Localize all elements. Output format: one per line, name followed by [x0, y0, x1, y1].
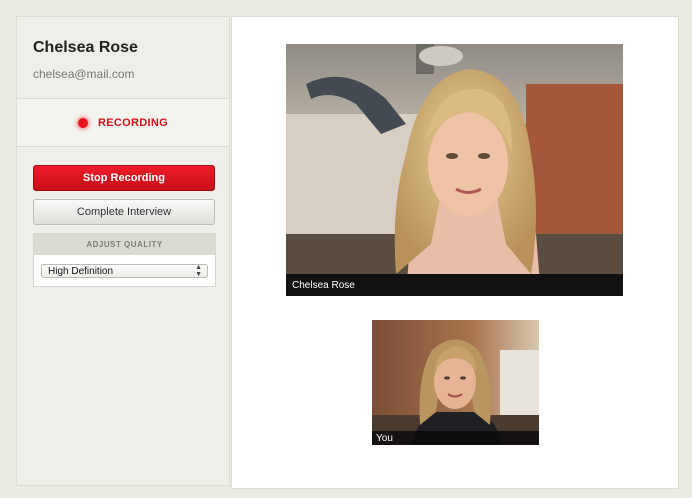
user-name: Chelsea Rose [33, 39, 138, 56]
recording-label: RECORDING [98, 116, 168, 129]
user-email: chelsea@mail.com [33, 67, 135, 81]
remote-video-feed [286, 44, 623, 296]
recording-status: RECORDING [17, 99, 229, 147]
quality-panel: ADJUST QUALITY High Definition ▲ ▼ [33, 233, 216, 287]
self-video-caption: You [372, 431, 539, 445]
recording-indicator-icon [78, 117, 89, 128]
quality-select[interactable]: High Definition ▲ ▼ [41, 264, 208, 278]
stop-recording-button[interactable]: Stop Recording [33, 165, 215, 191]
select-arrows-icon: ▲ ▼ [195, 264, 202, 278]
video-area: Chelsea Rose You [231, 16, 679, 489]
user-info: Chelsea Rose chelsea@mail.com [17, 17, 229, 99]
remote-video-caption: Chelsea Rose [286, 274, 623, 296]
remote-video: Chelsea Rose [286, 44, 623, 296]
complete-interview-button[interactable]: Complete Interview [33, 199, 215, 225]
self-video: You [372, 320, 539, 445]
self-video-feed [372, 320, 539, 445]
quality-select-value: High Definition [48, 265, 114, 277]
sidebar: Chelsea Rose chelsea@mail.com RECORDING … [16, 16, 230, 486]
quality-header: ADJUST QUALITY [34, 234, 215, 255]
